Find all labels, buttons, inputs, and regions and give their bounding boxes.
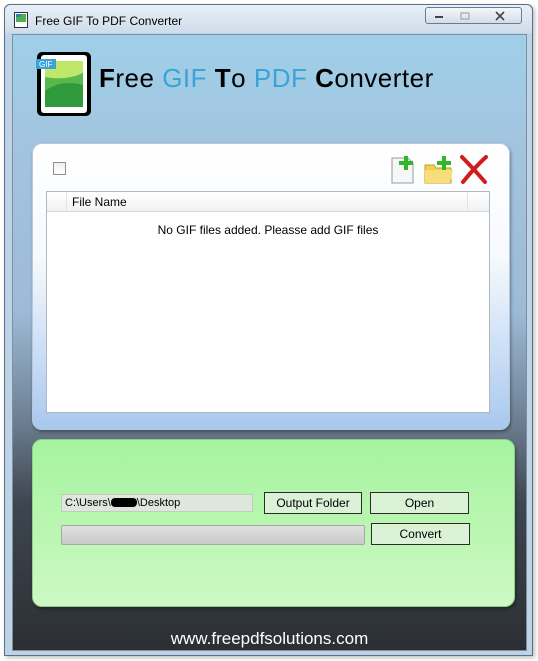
redacted-username bbox=[110, 498, 137, 507]
logo-word-3: To bbox=[214, 63, 254, 93]
logo-word-1: Free bbox=[99, 63, 163, 93]
gif-document-logo-icon: GIF bbox=[36, 52, 91, 116]
output-folder-button[interactable]: Output Folder bbox=[264, 492, 362, 514]
title-bar[interactable]: Free GIF To PDF Converter bbox=[5, 5, 532, 33]
logo-word-5: Converter bbox=[315, 63, 434, 93]
client-area: GIF Free GIF To PDF Converter File Name … bbox=[12, 34, 527, 651]
file-list-header: File Name bbox=[47, 192, 489, 212]
file-list[interactable]: File Name No GIF files added. Pleasse ad… bbox=[46, 191, 490, 413]
close-icon bbox=[494, 10, 505, 21]
website-footer-link[interactable]: www.freepdfsolutions.com bbox=[13, 629, 526, 649]
maximize-icon bbox=[460, 12, 470, 19]
minimize-button[interactable] bbox=[425, 7, 453, 24]
add-folder-icon[interactable] bbox=[423, 153, 455, 185]
logo-word-4: PDF bbox=[253, 63, 308, 93]
select-all-checkbox[interactable] bbox=[53, 162, 66, 175]
column-separator[interactable] bbox=[66, 192, 67, 211]
column-separator[interactable] bbox=[467, 192, 468, 211]
file-list-panel: File Name No GIF files added. Pleasse ad… bbox=[32, 143, 510, 430]
conversion-progress-bar bbox=[61, 525, 365, 545]
app-logo-title: Free GIF To PDF Converter bbox=[99, 63, 434, 94]
output-path-field[interactable]: C:\Users\ \Desktop bbox=[61, 494, 253, 512]
add-file-icon[interactable] bbox=[389, 153, 421, 185]
app-window: Free GIF To PDF Converter GIF Free GIF T… bbox=[4, 4, 533, 656]
remove-icon[interactable] bbox=[458, 153, 490, 185]
file-name-column-header[interactable]: File Name bbox=[72, 195, 127, 209]
convert-button[interactable]: Convert bbox=[371, 523, 470, 545]
logo-icon-text: GIF bbox=[39, 60, 52, 69]
close-button[interactable] bbox=[478, 7, 522, 24]
minimize-icon bbox=[435, 15, 443, 18]
open-button[interactable]: Open bbox=[370, 492, 469, 514]
maximize-button[interactable] bbox=[452, 7, 479, 24]
empty-list-message: No GIF files added. Pleasse add GIF file… bbox=[157, 223, 379, 237]
window-title: Free GIF To PDF Converter bbox=[35, 14, 183, 28]
logo-word-2: GIF bbox=[162, 63, 208, 93]
app-icon bbox=[14, 12, 28, 28]
output-panel: C:\Users\ \Desktop Output Folder Open Con… bbox=[32, 439, 515, 607]
